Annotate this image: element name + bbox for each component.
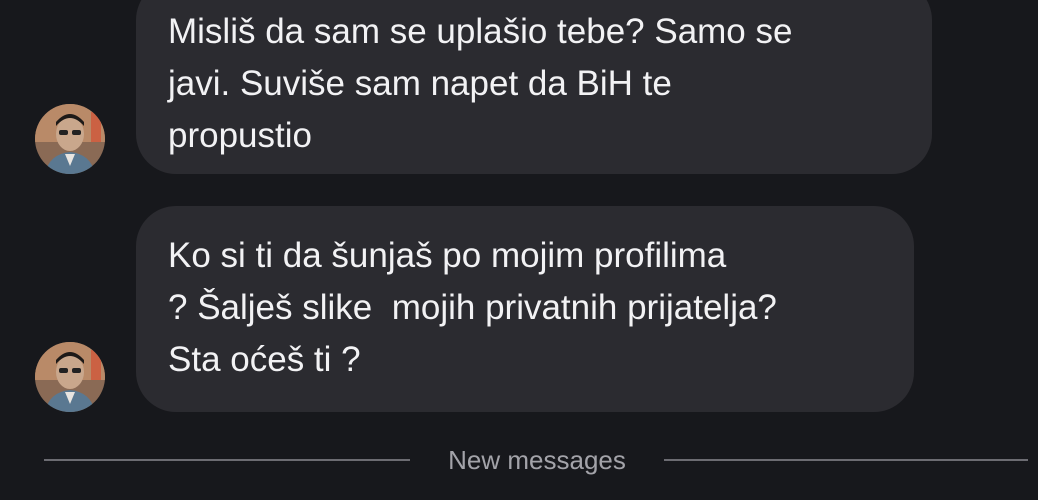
message-row: Ko si ti da šunjaš po mojim profilima ? … bbox=[0, 200, 1038, 420]
divider-line bbox=[44, 459, 410, 461]
new-messages-label: New messages bbox=[448, 445, 626, 475]
profile-photo-avatar bbox=[35, 342, 105, 412]
profile-photo-avatar bbox=[35, 104, 105, 174]
message-text-line: Misliš da sam se uplašio tebe? Samo se bbox=[168, 12, 793, 51]
message-text-line: javi. Suviše sam napet da BiH te bbox=[168, 64, 672, 103]
chat-screen: Misliš da sam se uplašio tebe? Samo se j… bbox=[0, 0, 1038, 500]
sender-avatar[interactable] bbox=[35, 342, 105, 412]
message-text-line: Sta oćeš ti ? bbox=[168, 340, 361, 379]
divider-line bbox=[664, 459, 1028, 461]
message-bubble[interactable]: Misliš da sam se uplašio tebe? Samo se j… bbox=[136, 0, 932, 174]
message-bubble[interactable]: Ko si ti da šunjaš po mojim profilima ? … bbox=[136, 206, 914, 412]
message-text-line: propustio bbox=[168, 116, 312, 155]
message-row: Misliš da sam se uplašio tebe? Samo se j… bbox=[0, 0, 1038, 180]
sender-avatar[interactable] bbox=[35, 104, 105, 174]
message-text-line: ? Šalješ slike mojih privatnih prijatelj… bbox=[168, 288, 777, 327]
message-text-line: Ko si ti da šunjaš po mojim profilima bbox=[168, 236, 727, 275]
new-messages-divider: New messages bbox=[0, 440, 1038, 480]
